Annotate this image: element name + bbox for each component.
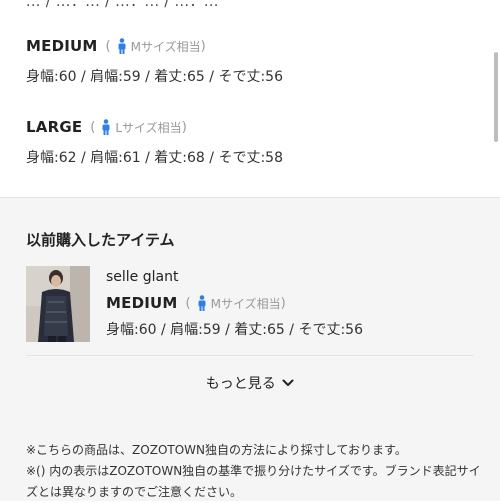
divider [26,355,474,356]
size-medium: MEDIUM ( Mサイズ相当) 身幅:60 / 肩幅:59 / 着丈:65 /… [26,35,283,86]
measurement-notes: ※こちらの商品は、ZOZOTOWN独自の方法により採寸しております。 ※() 内… [26,440,486,503]
item-size: MEDIUM ( Mサイズ相当) [106,292,286,314]
person-icon [101,119,111,135]
size-note-text: Lサイズ相当 [115,120,182,135]
note-line: ※こちらの商品は、ZOZOTOWN独自の方法により採寸しております。 [26,443,407,457]
size-measurements: 身幅:60 / 肩幅:59 / 着丈:65 / そで丈:56 [26,69,283,85]
size-name: MEDIUM [26,37,98,55]
person-icon [117,38,127,54]
size-equivalent-note: ( Lサイズ相当) [90,119,187,135]
size-name: LARGE [26,118,83,136]
person-icon [197,295,207,311]
show-more-label: もっと見る [205,376,276,392]
size-large: LARGE ( Lサイズ相当) 身幅:62 / 肩幅:61 / 着丈:68 / … [26,116,283,167]
size-equivalent-note: ( Mサイズ相当) [105,38,206,54]
item-measurements: 身幅:60 / 肩幅:59 / 着丈:65 / そで丈:56 [106,322,363,338]
scrollbar[interactable] [494,52,498,142]
size-note-text: Mサイズ相当 [130,39,201,54]
section-title: 以前購入したアイテム [26,231,175,249]
product-thumbnail[interactable] [26,266,90,342]
note-line: ※() 内の表示はZOZOTOWN独自の基準で振り分けたサイズです。ブランド表記… [26,464,481,499]
item-brand[interactable]: selle glant [106,269,178,285]
chevron-down-icon [282,376,294,392]
size-header: LARGE ( Lサイズ相当) [26,116,283,138]
cutoff-text: ... / ...：... / ...：... / ...：... [26,0,219,10]
size-equivalent-note: ( Mサイズ相当) [185,295,286,311]
size-header: MEDIUM ( Mサイズ相当) [26,35,283,57]
show-more-link[interactable]: もっと見る [0,373,500,393]
size-measurements: 身幅:62 / 肩幅:61 / 着丈:68 / そで丈:58 [26,150,283,166]
size-note-text: Mサイズ相当 [210,296,281,311]
size-name: MEDIUM [106,294,178,312]
